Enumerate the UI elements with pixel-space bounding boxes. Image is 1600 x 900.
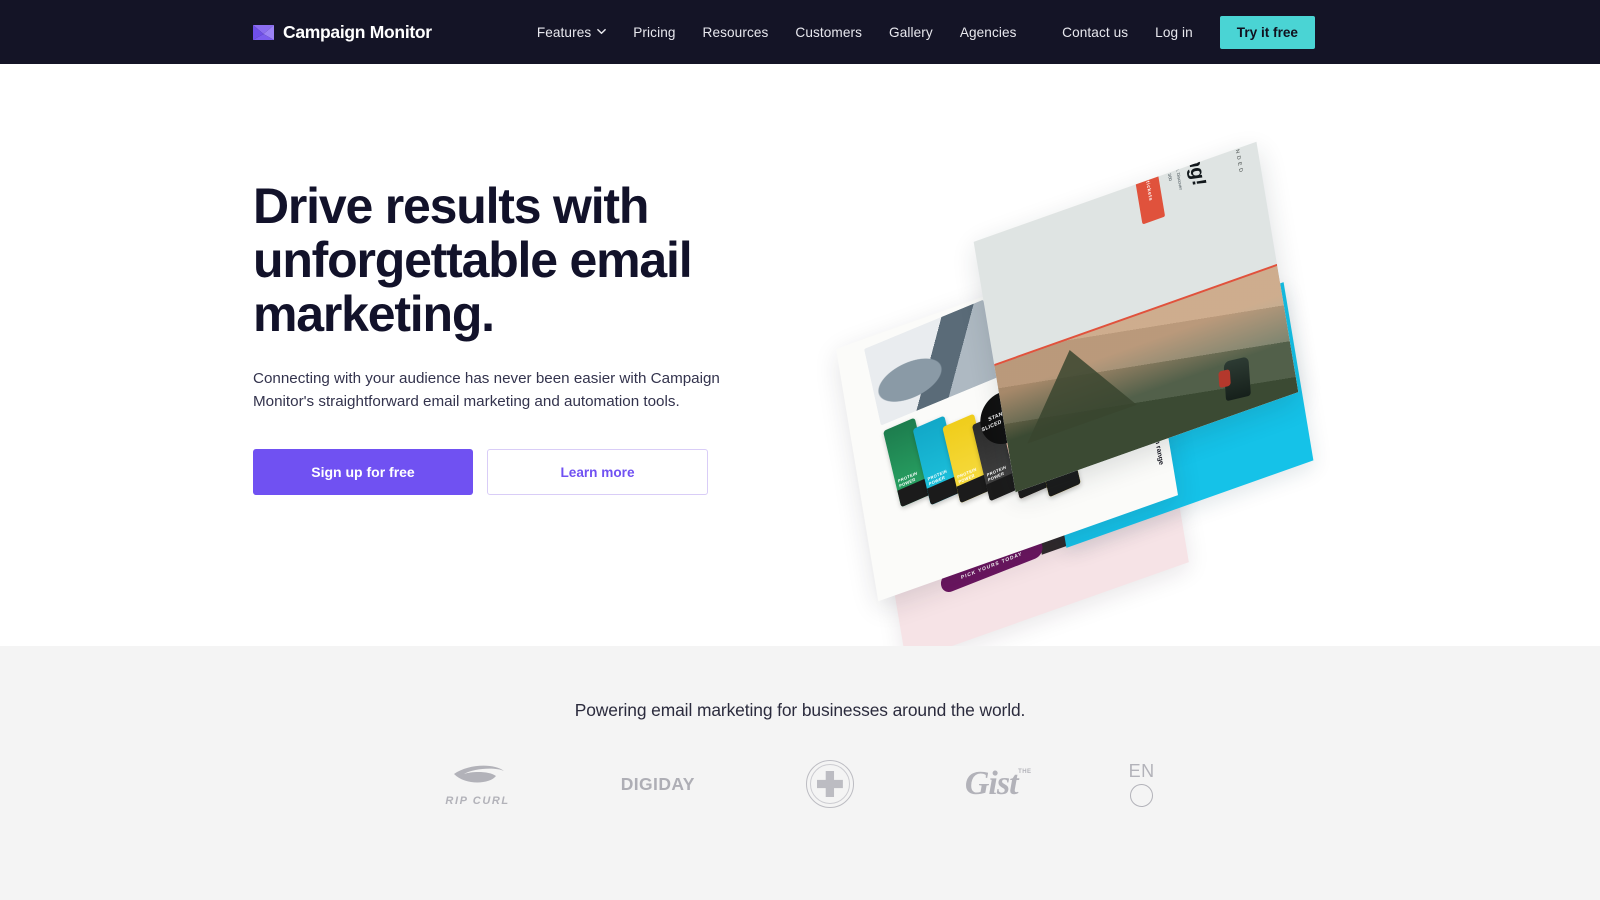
page-title: Drive results with unforgettable email m… [253,178,693,342]
digiday-wordmark-icon: DIGIDAY [620,773,695,794]
ripcurl-wave-icon [450,762,506,793]
mountain-peak-shape [1014,330,1137,444]
grey-card-brand: GROUNDED [1228,142,1244,176]
logos-band-title: Powering email marketing for businesses … [574,700,1026,720]
grey-card-button: Get your tickets [1128,141,1166,225]
try-it-free-button[interactable]: Try it free [1219,15,1315,49]
logo-en: EN [1129,754,1155,814]
nav-item-features-label: Features [536,24,592,40]
customer-logo-row: RIP CURL DIGIDAY Gist THE EN [0,754,1600,814]
envelope-logo-icon [253,24,274,40]
logo-digiday: DIGIDAY [621,754,695,814]
customer-logos-section: Powering email marketing for businesses … [0,646,1600,900]
nav-item-agencies[interactable]: Agencies [960,25,1017,40]
hero-email-template-collage: day er. Sweeten someone's day with a tre… [836,141,1316,663]
nav-item-gallery[interactable]: Gallery [889,25,933,40]
logo-australian-red-cross [805,754,854,814]
gist-superscript: THE [1018,769,1032,775]
main-nav: Features Pricing Resources Customers Gal… [537,25,1017,40]
learn-more-button[interactable]: Learn more [487,449,708,496]
header-actions: Contact us Log in Try it free [1062,15,1315,49]
nav-item-gallery-label: Gallery [889,24,933,40]
nav-item-pricing-label: Pricing [633,24,676,40]
nav-item-customers[interactable]: Customers [795,25,862,40]
nav-item-resources-label: Resources [702,24,769,40]
nav-item-customers-label: Customers [795,24,863,40]
site-header: Campaign Monitor Features Pricing Resour… [0,0,1600,64]
hero-cta-group: Sign up for free Learn more [253,449,733,496]
brand-name: Campaign Monitor [283,21,432,42]
en-text: EN [1128,761,1155,781]
hiker-figure [1223,356,1251,402]
chevron-down-icon [597,27,607,36]
login-link[interactable]: Log in [1155,25,1193,40]
sign-up-for-free-button[interactable]: Sign up for free [253,449,473,496]
nav-item-resources[interactable]: Resources [703,25,769,40]
hero-section: Drive results with unforgettable email m… [0,64,1600,663]
logo-rip-curl: RIP CURL [445,754,509,814]
gist-wordmark-icon: Gist THE [964,765,1031,803]
brand-logo[interactable]: Campaign Monitor [253,22,432,43]
nav-item-pricing[interactable]: Pricing [633,25,675,40]
en-circle-logo-icon: EN [1129,761,1155,807]
contact-us-link[interactable]: Contact us [1062,25,1128,40]
hero-subtitle: Connecting with your audience has never … [253,370,720,411]
ripcurl-wordmark: RIP CURL [445,794,510,807]
logo-the-gist: Gist THE [964,754,1031,814]
en-circle-shape [1130,784,1154,807]
gist-text: Gist [964,765,1019,802]
red-cross-badge-icon [805,760,854,808]
nav-item-agencies-label: Agencies [959,24,1017,40]
hero-copy: Drive results with unforgettable email m… [253,178,733,496]
nav-item-features[interactable]: Features [536,24,607,40]
